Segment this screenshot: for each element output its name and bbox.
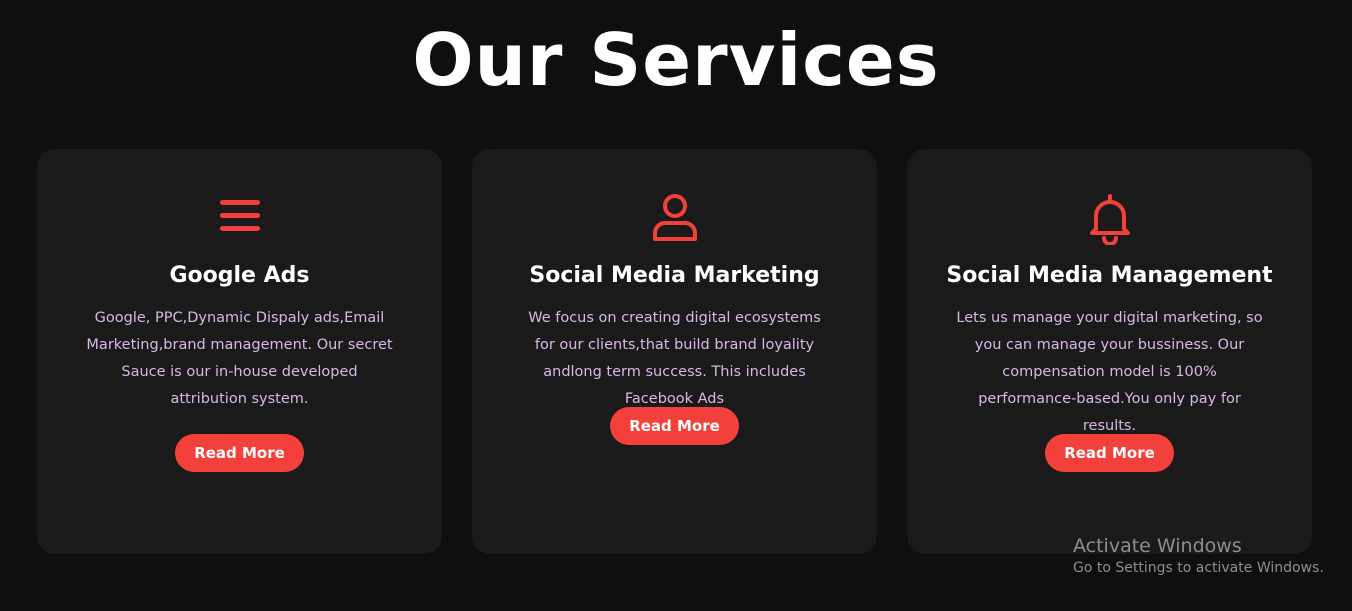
windows-activation-subtitle: Go to Settings to activate Windows. (1073, 560, 1324, 576)
read-more-button[interactable]: Read More (1045, 434, 1174, 472)
service-title: Social Media Marketing (529, 263, 820, 288)
service-card-social-media-marketing: Social Media Marketing We focus on creat… (472, 149, 877, 554)
user-icon (472, 193, 877, 245)
read-more-button[interactable]: Read More (175, 434, 304, 472)
service-title: Social Media Management (946, 263, 1273, 288)
service-description: We focus on creating digital ecosystems … (528, 310, 821, 407)
service-card-social-media-management: Social Media Management Lets us manage y… (907, 149, 1312, 554)
service-description: Google, PPC,Dynamic Dispaly ads,Email Ma… (86, 310, 393, 407)
menu-icon (37, 193, 442, 245)
service-card-google-ads: Google Ads Google, PPC,Dynamic Dispaly a… (37, 149, 442, 554)
service-title: Google Ads (169, 263, 310, 288)
read-more-button[interactable]: Read More (610, 407, 739, 445)
windows-activation-title: Activate Windows (1073, 535, 1242, 557)
bell-icon (907, 193, 1312, 245)
service-description: Lets us manage your digital marketing, s… (956, 310, 1263, 434)
